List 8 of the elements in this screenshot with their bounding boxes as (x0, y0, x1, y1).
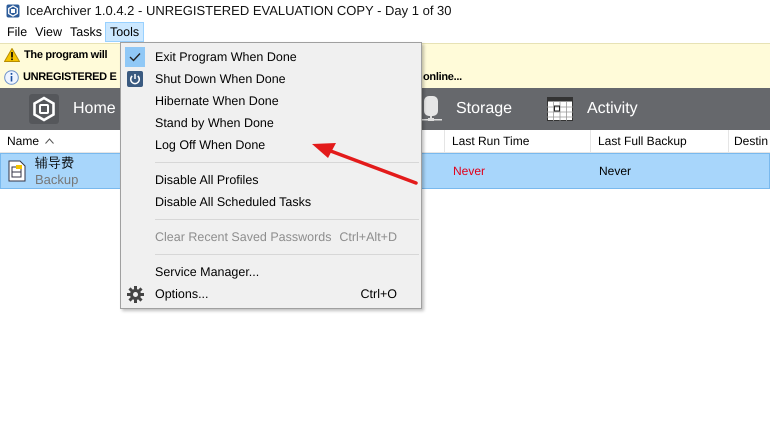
profile-name: 辅导费 (35, 154, 75, 171)
profile-type: Backup (35, 171, 78, 188)
banner-text: UNREGISTERED E (23, 71, 117, 83)
banner-text: online... (423, 71, 462, 83)
window-title: IceArchiver 1.0.4.2 - UNREGISTERED EVALUATION COPY - Day 1 of 30 (26, 3, 452, 18)
table-cell: Never (599, 164, 632, 178)
banner-text: The program will (24, 49, 108, 61)
table-cell: Never (453, 164, 486, 178)
